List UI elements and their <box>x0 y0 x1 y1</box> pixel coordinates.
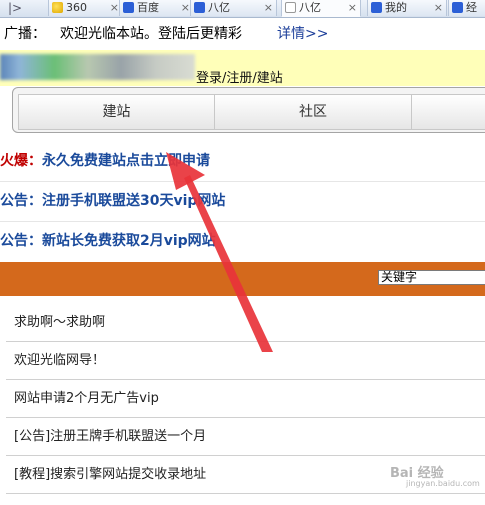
list-item-title: 求助啊～求助啊 <box>14 315 106 330</box>
tab-label: 八亿 <box>299 1 321 14</box>
browser-tab-bar: |> 360 × 百度 × 八亿 × 八亿 × 我的 × 经 <box>0 0 485 18</box>
list-item-title: [公告]注册王牌手机联盟送一个月 <box>14 429 207 444</box>
baidu-watermark: Bai 经验 jingyan.baidu.com <box>390 462 480 488</box>
announcement-hot[interactable]: 火爆：永久免费建站点击立即申请 <box>0 142 485 180</box>
browser-tab[interactable]: 八亿 × <box>190 0 277 16</box>
list-item-title: [教程]搜索引擎网站提交收录地址 <box>14 467 207 482</box>
site-logo[interactable] <box>0 54 195 80</box>
broadcast-label: 广播： <box>4 26 46 42</box>
site-header: 登录/注册/建站 <box>0 50 485 86</box>
nav-item-community[interactable]: 社区 <box>215 95 411 129</box>
tab-scroll-button[interactable]: |> <box>0 0 30 17</box>
paw-icon <box>194 2 205 13</box>
browser-tab-active[interactable]: 八亿 × <box>281 0 361 17</box>
nav-bar: 建站 社区 <box>18 94 485 130</box>
announcement-text: 新站长免费获取2月vip网站 <box>42 233 216 249</box>
browser-tab[interactable]: 我的 × <box>367 0 447 16</box>
tab-label: 360 <box>66 1 87 14</box>
browser-tab[interactable]: 360 × <box>48 0 123 16</box>
announcement-text: 永久免费建站点击立即申请 <box>42 153 210 169</box>
tab-label: 八亿 <box>208 1 230 14</box>
close-icon[interactable]: × <box>110 0 119 16</box>
close-icon[interactable]: × <box>181 0 190 16</box>
broadcast-text: 欢迎光临本站。登陆后更精彩 <box>60 26 242 42</box>
tab-label: 百度 <box>137 1 159 14</box>
search-input[interactable]: 关键字 <box>378 270 485 285</box>
close-icon[interactable]: × <box>264 0 273 16</box>
announcement-prefix: 火爆： <box>0 153 42 169</box>
nav-item-build-site[interactable]: 建站 <box>19 95 214 129</box>
browser-tab[interactable]: 经 <box>448 0 485 16</box>
nav-item-more[interactable] <box>412 95 485 129</box>
list-divider <box>6 493 485 494</box>
broadcast-details-link[interactable]: 详情>> <box>277 18 328 50</box>
announcement-notice[interactable]: 公告：新站长免费获取2月vip网站 <box>0 222 485 260</box>
announcement-text: 注册手机联盟送30天vip网站 <box>42 193 226 209</box>
list-item-title: 欢迎光临网导！ <box>14 353 106 368</box>
announcement-prefix: 公告： <box>0 193 42 209</box>
close-icon[interactable]: × <box>434 0 443 16</box>
list-item[interactable]: 欢迎光临网导！ <box>0 342 485 380</box>
360-icon <box>52 2 63 13</box>
list-item[interactable]: 网站申请2个月无广告vip <box>0 380 485 418</box>
main-nav: 建站 社区 <box>12 87 485 133</box>
broadcast-bar: 广播： 欢迎光临本站。登陆后更精彩 详情>> <box>0 18 485 50</box>
login-register-links[interactable]: 登录/注册/建站 <box>196 67 283 86</box>
paw-icon <box>452 2 463 13</box>
announcement-prefix: 公告： <box>0 233 42 249</box>
announcement-notice[interactable]: 公告：注册手机联盟送30天vip网站 <box>0 182 485 220</box>
list-item-title: 网站申请2个月无广告vip <box>14 391 159 406</box>
close-icon[interactable]: × <box>348 0 357 16</box>
page-icon <box>285 2 296 13</box>
browser-tab[interactable]: 百度 × <box>119 0 194 16</box>
list-item[interactable]: [公告]注册王牌手机联盟送一个月 <box>0 418 485 456</box>
tab-label: 我的 <box>385 1 407 14</box>
paw-icon <box>123 2 134 13</box>
watermark-url: jingyan.baidu.com <box>406 479 480 488</box>
paw-icon <box>371 2 382 13</box>
list-item[interactable]: 求助啊～求助啊 <box>0 304 485 342</box>
tab-label: 经 <box>466 1 477 14</box>
